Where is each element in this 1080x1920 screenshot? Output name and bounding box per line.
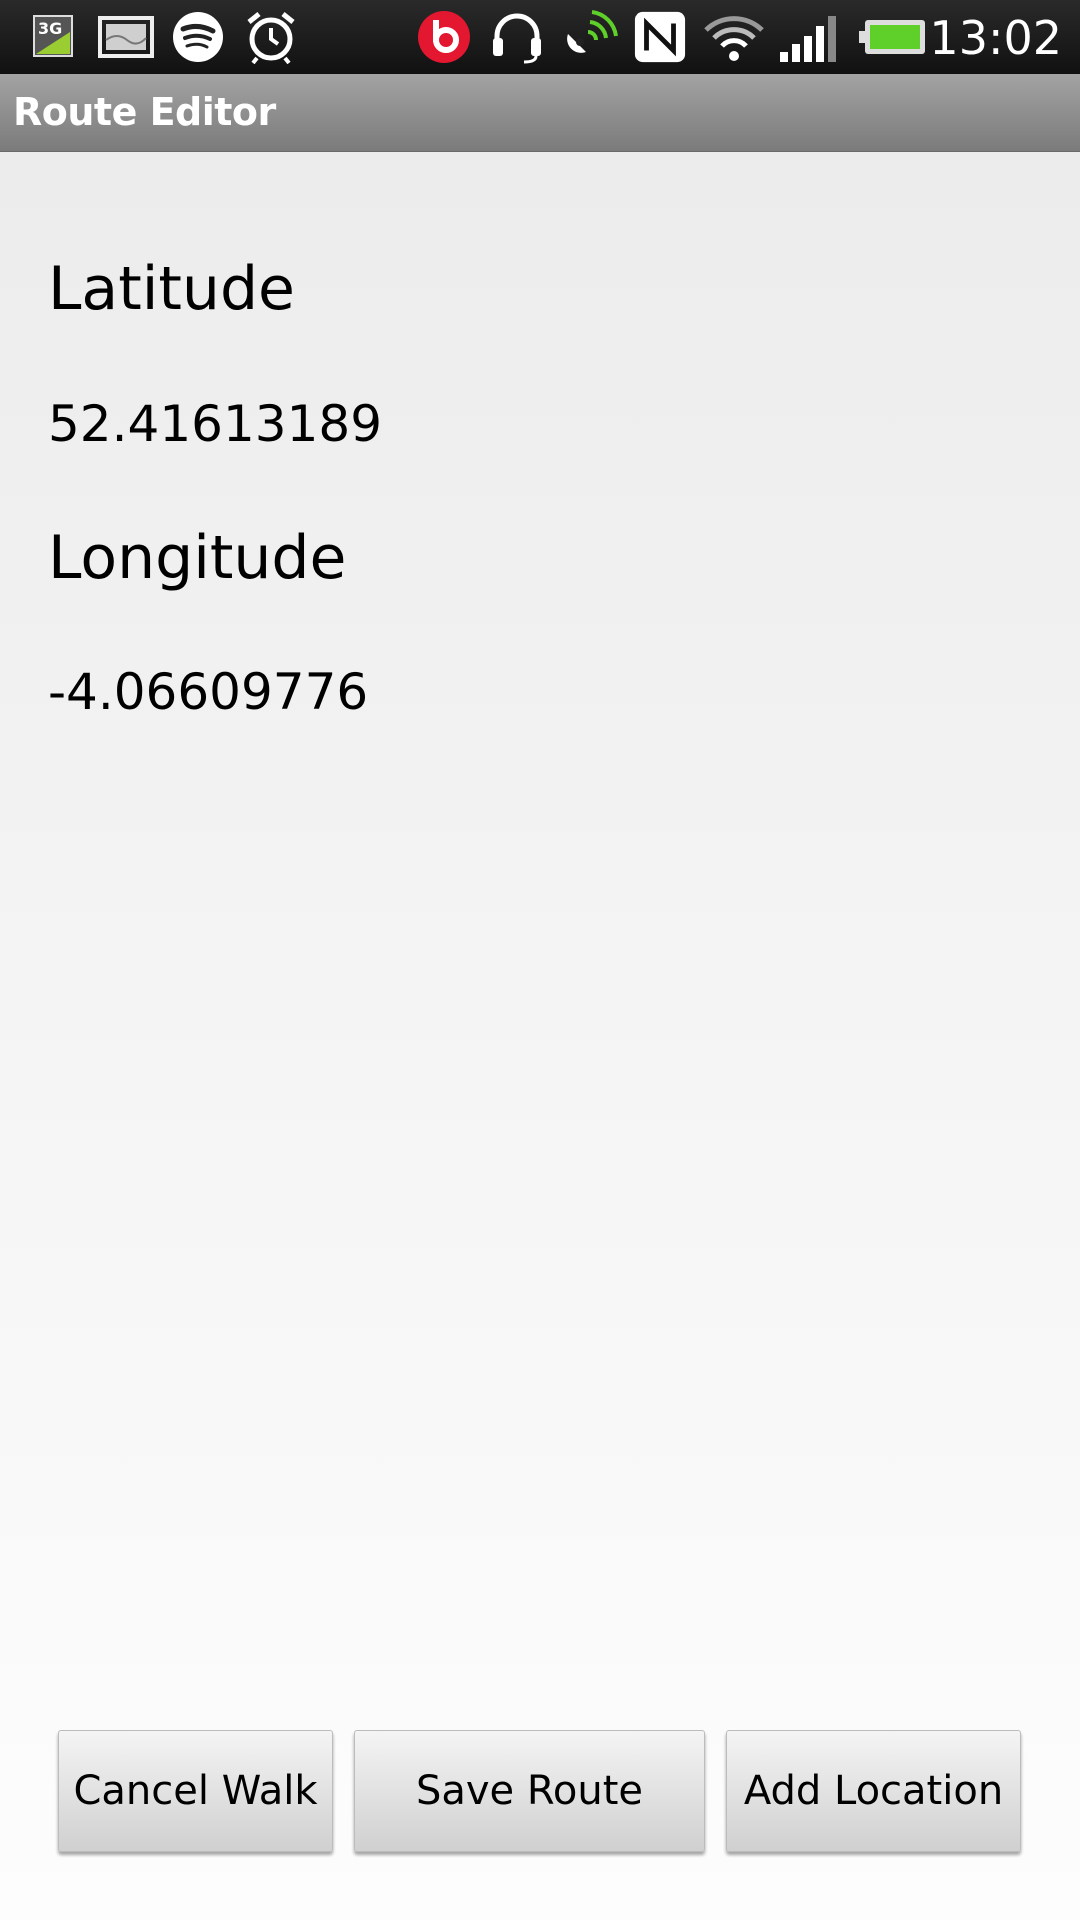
latitude-value: 52.41613189 xyxy=(48,395,383,453)
battery-icon xyxy=(859,20,925,54)
image-notification-icon xyxy=(98,16,154,58)
save-route-button[interactable]: Save Route xyxy=(354,1730,705,1852)
status-bar: 3G 13:02 xyxy=(0,0,1080,74)
content-area: Latitude 52.41613189 Longitude -4.066097… xyxy=(0,152,1080,1920)
add-location-button[interactable]: Add Location xyxy=(726,1730,1021,1852)
latitude-label: Latitude xyxy=(48,254,295,324)
3g-icon: 3G xyxy=(33,15,73,57)
spotify-icon xyxy=(173,12,223,62)
beats-audio-icon xyxy=(418,11,470,63)
title-bar: Route Editor xyxy=(0,74,1080,152)
headset-icon xyxy=(493,13,541,64)
signal-bars-icon xyxy=(780,16,836,62)
svg-text:3G: 3G xyxy=(38,19,62,38)
page-title: Route Editor xyxy=(13,90,276,134)
satellite-icon xyxy=(567,10,618,53)
wifi-icon xyxy=(704,16,764,61)
nfc-icon xyxy=(634,11,686,63)
status-clock: 13:02 xyxy=(929,11,1062,65)
cancel-walk-button[interactable]: Cancel Walk xyxy=(58,1730,333,1852)
longitude-label: Longitude xyxy=(48,523,347,593)
longitude-value: -4.06609776 xyxy=(48,663,369,721)
alarm-clock-icon xyxy=(247,12,295,64)
